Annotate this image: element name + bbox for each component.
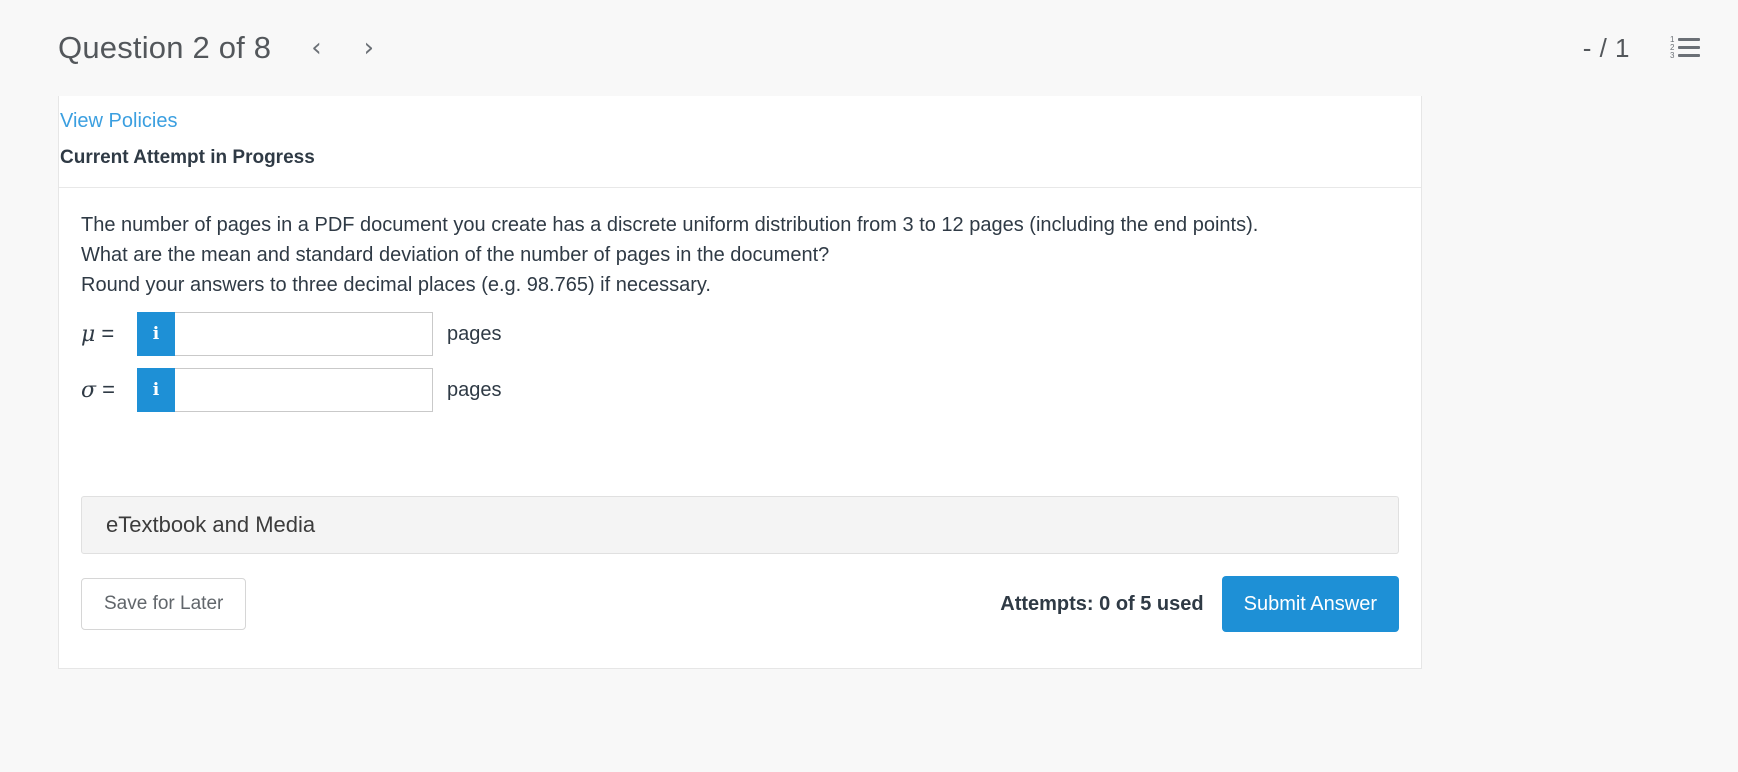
sigma-equals: =	[96, 377, 115, 402]
mean-symbol-label: μ =	[81, 321, 137, 347]
page-title: Question 2 of 8	[58, 30, 272, 65]
question-list-icon[interactable]: 1 2 3	[1670, 36, 1700, 60]
top-bar: Question 2 of 8 ‹ › - / 1 1 2 3	[0, 0, 1738, 96]
answer-row-standard-deviation: σ = i pages	[81, 368, 1399, 412]
previous-question-icon[interactable]: ‹	[311, 35, 321, 61]
list-icon-number-3: 3	[1670, 51, 1675, 60]
mean-info-icon[interactable]: i	[137, 312, 175, 356]
etextbook-and-media-label: eTextbook and Media	[106, 512, 316, 537]
mean-equals: =	[95, 321, 115, 346]
list-icon-line-1	[1678, 38, 1700, 41]
sigma-symbol-label: σ =	[81, 377, 137, 403]
card-footer: Save for Later Attempts: 0 of 5 used Sub…	[59, 554, 1421, 668]
card-body: The number of pages in a PDF document yo…	[59, 188, 1421, 422]
mean-input[interactable]	[175, 312, 433, 356]
question-text: The number of pages in a PDF document yo…	[81, 210, 1399, 300]
question-card: View Policies Current Attempt in Progres…	[58, 96, 1422, 669]
question-line-3: Round your answers to three decimal plac…	[81, 274, 711, 296]
question-line-2: What are the mean and standard deviation…	[81, 244, 830, 266]
mean-input-group: i	[137, 312, 433, 356]
save-for-later-button[interactable]: Save for Later	[81, 578, 247, 630]
view-policies-link[interactable]: View Policies	[60, 110, 177, 133]
sigma-symbol: σ	[81, 378, 97, 403]
question-navigation: ‹ ›	[311, 35, 374, 61]
mean-unit-label: pages	[447, 322, 502, 345]
top-bar-right: - / 1 1 2 3	[1583, 33, 1700, 64]
mean-symbol: μ	[81, 322, 96, 347]
sigma-input-group: i	[137, 368, 433, 412]
answer-row-mean: μ = i pages	[81, 312, 1399, 356]
attempts-counter: Attempts: 0 of 5 used	[1000, 592, 1204, 615]
card-header: View Policies Current Attempt in Progres…	[59, 96, 1421, 188]
score-display: - / 1	[1582, 32, 1630, 63]
sigma-info-icon[interactable]: i	[137, 368, 175, 412]
question-line-1: The number of pages in a PDF document yo…	[81, 214, 1259, 236]
etextbook-and-media-bar[interactable]: eTextbook and Media	[81, 496, 1399, 554]
list-icon-line-3	[1678, 54, 1700, 57]
sigma-input[interactable]	[175, 368, 433, 412]
submit-answer-button[interactable]: Submit Answer	[1221, 576, 1399, 632]
footer-right-group: Attempts: 0 of 5 used Submit Answer	[1000, 576, 1399, 632]
sigma-unit-label: pages	[447, 378, 502, 401]
next-question-icon[interactable]: ›	[364, 35, 374, 61]
list-icon-line-2	[1678, 46, 1700, 49]
attempt-status-text: Current Attempt in Progress	[60, 147, 315, 168]
